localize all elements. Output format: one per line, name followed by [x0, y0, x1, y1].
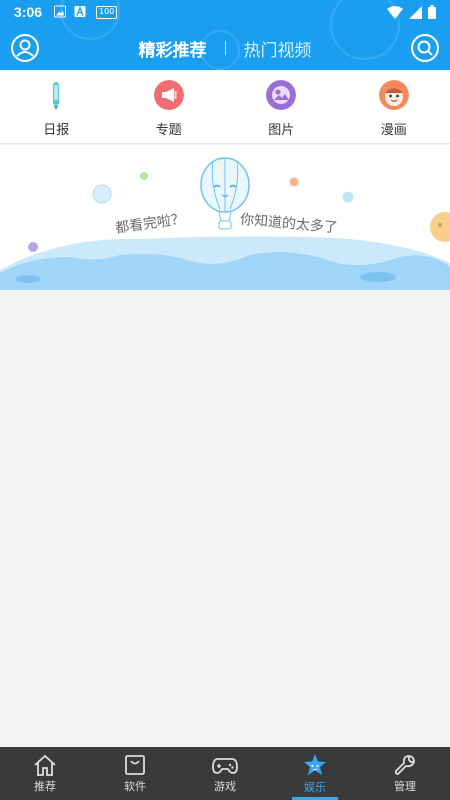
tab-hot-videos[interactable]: 热门视频 — [232, 36, 324, 61]
category-label: 图片 — [268, 123, 295, 138]
category-daily[interactable]: 日报 — [0, 70, 113, 143]
nav-label: 软件 — [124, 779, 146, 793]
category-label: 漫画 — [380, 123, 407, 138]
top-bar: 3:06 100 精彩推荐 热门视频 — [0, 0, 450, 70]
content-area — [0, 290, 450, 747]
header-tabs: 精彩推荐 热门视频 — [0, 26, 450, 70]
nav-software[interactable]: 软件 — [90, 747, 180, 800]
category-comics[interactable]: 漫画 — [338, 70, 450, 143]
battery-icon — [428, 5, 436, 19]
tab-divider — [224, 41, 226, 55]
face-icon — [378, 80, 409, 110]
category-images[interactable]: 图片 — [225, 70, 338, 143]
image-icon — [266, 80, 297, 110]
nav-manage[interactable]: 管理 — [360, 747, 450, 800]
nav-label: 推荐 — [34, 779, 56, 793]
signal-icon — [409, 5, 422, 19]
gamepad-icon — [212, 757, 238, 774]
home-icon — [34, 754, 56, 776]
tab-featured[interactable]: 精彩推荐 — [127, 36, 219, 61]
font-notification-icon — [74, 5, 86, 17]
nav-label: 管理 — [394, 779, 416, 793]
search-icon[interactable] — [410, 33, 440, 63]
banner-illustration — [0, 157, 450, 290]
star-icon — [304, 753, 326, 775]
bottom-navigation: 推荐 软件 游戏 娱乐 管理 — [0, 747, 450, 800]
megaphone-icon — [153, 80, 184, 110]
end-of-content-banner: 都看完啦？ 你知道的太多了 — [0, 145, 450, 290]
nav-entertainment[interactable]: 娱乐 — [270, 747, 360, 800]
header: 精彩推荐 热门视频 — [0, 26, 450, 70]
nav-label: 娱乐 — [304, 780, 326, 794]
nav-games[interactable]: 游戏 — [180, 747, 270, 800]
category-topics[interactable]: 专题 — [113, 70, 226, 143]
gallery-notification-icon — [54, 5, 66, 18]
category-label: 日报 — [43, 123, 70, 138]
badge-notification-icon: 100 — [96, 6, 118, 19]
pen-icon — [53, 82, 60, 110]
wifi-icon — [387, 5, 403, 19]
wrench-icon — [394, 754, 415, 775]
category-label: 专题 — [155, 123, 182, 138]
nav-recommend[interactable]: 推荐 — [0, 747, 90, 800]
category-row: 日报 专题 图片 漫画 — [0, 70, 450, 144]
status-bar: 3:06 100 — [0, 0, 450, 26]
status-time: 3:06 — [14, 4, 43, 20]
bag-icon — [125, 754, 145, 775]
nav-label: 游戏 — [214, 779, 236, 793]
